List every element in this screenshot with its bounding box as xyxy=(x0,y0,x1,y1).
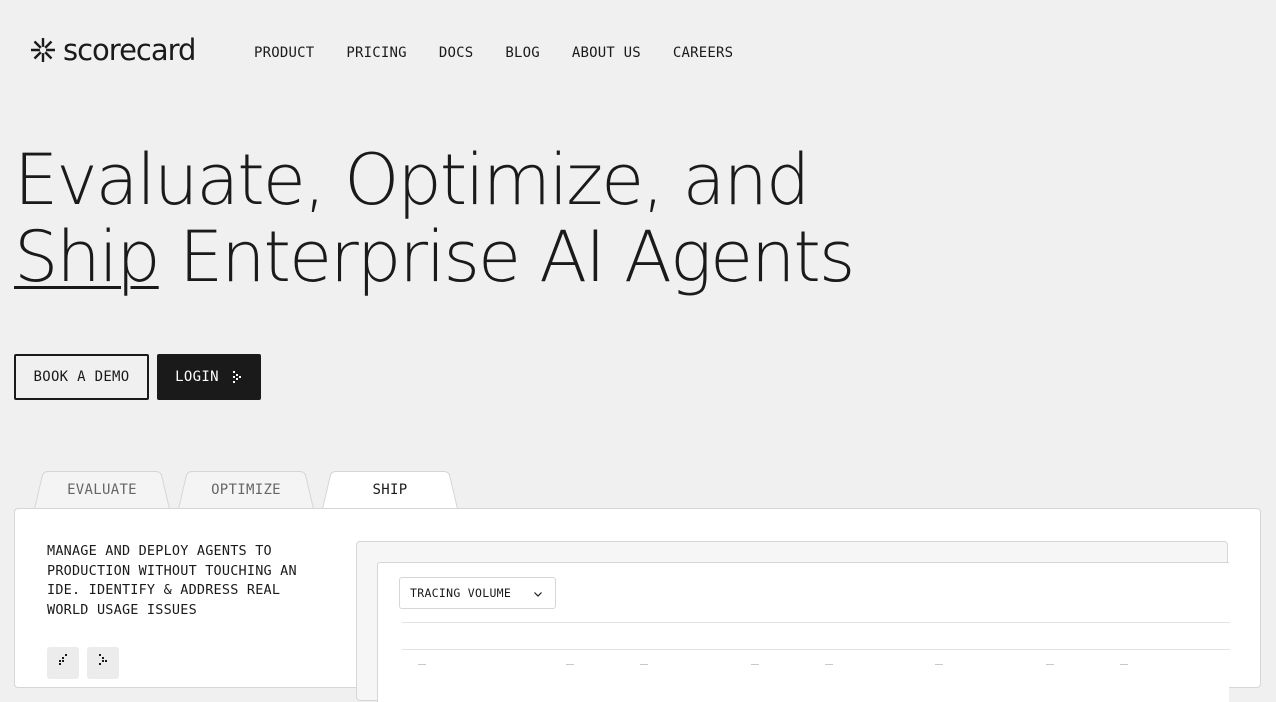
chart-tick xyxy=(418,664,426,665)
tab-evaluate-label: EVALUATE xyxy=(67,482,137,498)
chart-tick xyxy=(566,664,574,665)
tab-ship-label: SHIP xyxy=(372,482,408,498)
dotted-arrow-left-icon xyxy=(59,654,67,665)
next-button[interactable] xyxy=(87,647,119,679)
chart-tick xyxy=(640,664,648,665)
chart-tick xyxy=(751,664,759,665)
nav-about-us[interactable]: ABOUT US xyxy=(572,44,641,62)
prev-button[interactable] xyxy=(47,647,79,679)
chart-tick xyxy=(1120,664,1128,665)
book-demo-label: BOOK A DEMO xyxy=(33,369,130,385)
nav-blog[interactable]: BLOG xyxy=(505,44,540,62)
cta-row: BOOK A DEMO LOGIN xyxy=(14,354,261,400)
book-demo-button[interactable]: BOOK A DEMO xyxy=(14,354,149,400)
dotted-arrow-right-icon xyxy=(99,654,107,665)
dotted-arrow-right-icon xyxy=(232,371,241,383)
logo-text: scorecard xyxy=(63,33,196,67)
preview-window: TRACING VOLUME xyxy=(377,562,1230,702)
hero-title-line1: Evaluate, Optimize, and xyxy=(14,139,810,221)
nav-docs[interactable]: DOCS xyxy=(439,44,474,62)
tab-optimize-label: OPTIMIZE xyxy=(211,482,281,498)
tab-evaluate[interactable]: EVALUATE xyxy=(34,471,170,509)
select-value: TRACING VOLUME xyxy=(410,586,512,600)
carousel-controls xyxy=(47,647,119,679)
chart-tick xyxy=(825,664,833,665)
nav-careers[interactable]: CAREERS xyxy=(673,44,733,62)
chevron-down-icon xyxy=(534,592,542,597)
nav-pricing[interactable]: PRICING xyxy=(346,44,406,62)
nav-product[interactable]: PRODUCT xyxy=(254,44,314,62)
tab-optimize[interactable]: OPTIMIZE xyxy=(178,471,314,509)
site-header: scorecard PRODUCT PRICING DOCS BLOG ABOU… xyxy=(0,0,1276,106)
chart-gridline xyxy=(402,649,1230,650)
product-preview: TRACING VOLUME xyxy=(356,541,1230,702)
hero-title-underlined-word: Ship xyxy=(14,216,161,298)
asterisk-logo-icon xyxy=(31,38,55,62)
login-label: LOGIN xyxy=(175,369,219,385)
hero-title-line2: Enterprise AI Agents xyxy=(158,216,855,298)
chart-tick xyxy=(935,664,943,665)
tab-ship[interactable]: SHIP xyxy=(322,471,458,509)
chart-gridline xyxy=(402,622,1230,623)
chart-tick xyxy=(1046,664,1054,665)
tracing-volume-select[interactable]: TRACING VOLUME xyxy=(399,577,556,609)
logo-link[interactable]: scorecard xyxy=(30,33,196,67)
hero-title: Evaluate, Optimize, and Ship Enterprise A… xyxy=(14,139,855,298)
feature-panel: MANAGE AND DEPLOY AGENTS TO PRODUCTION W… xyxy=(14,508,1261,702)
main-nav: PRODUCT PRICING DOCS BLOG ABOUT US CAREE… xyxy=(254,44,733,62)
login-button[interactable]: LOGIN xyxy=(157,354,261,400)
panel-description: MANAGE AND DEPLOY AGENTS TO PRODUCTION W… xyxy=(47,543,297,619)
